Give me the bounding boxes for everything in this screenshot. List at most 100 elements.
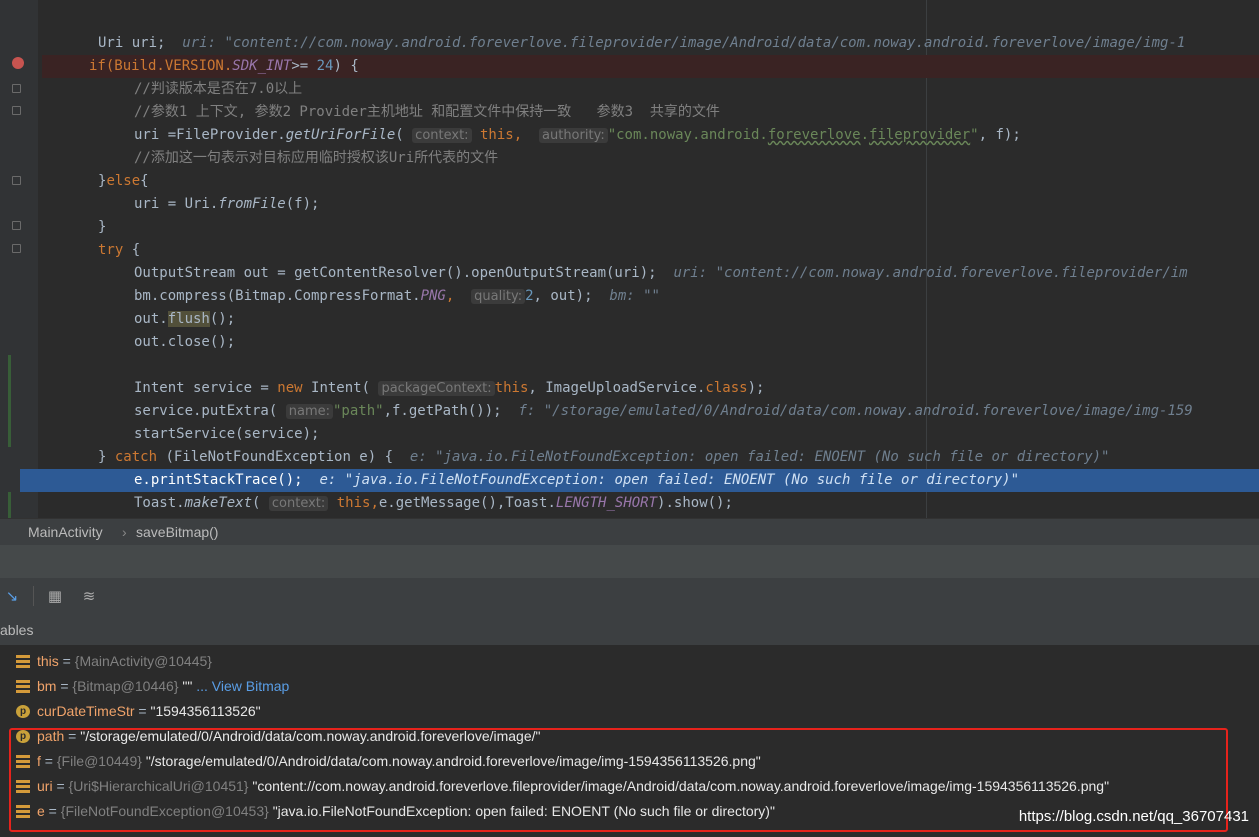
variable-name: this bbox=[37, 653, 59, 669]
code-text: , bbox=[513, 127, 523, 143]
fold-marker-icon[interactable] bbox=[12, 221, 21, 230]
variable-row[interactable]: this = {MainActivity@10445} bbox=[0, 649, 1259, 674]
view-bitmap-link[interactable]: ... View Bitmap bbox=[196, 678, 289, 694]
code-string: . bbox=[860, 127, 870, 143]
code-text: Toast. bbox=[134, 495, 185, 511]
variable-type: {Bitmap@10446} bbox=[72, 678, 179, 694]
editor-gutter[interactable] bbox=[0, 0, 38, 518]
code-keyword: try bbox=[98, 242, 124, 258]
code-line-from-file: uri = Uri.fromFile(f); bbox=[42, 193, 1259, 216]
code-constant: LENGTH_SHORT bbox=[555, 495, 658, 511]
code-text: out. bbox=[134, 311, 168, 327]
code-editor[interactable]: Uri uri; uri: "content://com.noway.andro… bbox=[0, 0, 1259, 518]
watermark: https://blog.csdn.net/qq_36707431 bbox=[1018, 808, 1249, 825]
code-line-if: if(Build.VERSION.SDK_INT>= 24) { bbox=[42, 55, 1259, 78]
code-constant: SDK_INT bbox=[232, 58, 292, 74]
code-text: (FileNotFoundException e) { bbox=[157, 449, 394, 465]
code-line-put-extra: service.putExtra( name: "path",f.getPath(… bbox=[42, 400, 1259, 423]
code-text: ( bbox=[395, 127, 404, 143]
variable-name: curDateTimeStr bbox=[37, 703, 135, 719]
variable-row[interactable]: p curDateTimeStr = "1594356113526" bbox=[0, 699, 1259, 724]
code-line-output-stream: OutputStream out = getContentResolver().… bbox=[42, 262, 1259, 285]
code-line-else: }else{ bbox=[42, 170, 1259, 193]
code-text: } bbox=[98, 219, 107, 235]
code-line-intent: Intent service = new Intent( packageCont… bbox=[42, 377, 1259, 400]
breadcrumb-separator: › bbox=[122, 524, 127, 540]
table-icon[interactable]: ▦ bbox=[45, 586, 65, 606]
code-text: ,f.getPath()); bbox=[383, 403, 502, 419]
code-string: "path" bbox=[332, 403, 384, 419]
code-keyword: else bbox=[106, 173, 141, 189]
code-string: "com.noway.android. bbox=[607, 127, 768, 143]
code-text: out.close(); bbox=[134, 334, 236, 350]
parameter-hint: context: bbox=[268, 496, 329, 511]
code-text: Intent service = bbox=[134, 380, 278, 396]
code-text: { bbox=[123, 242, 141, 258]
toolbar-separator bbox=[33, 586, 34, 606]
code-line-catch: } catch (FileNotFoundException e) { e: "… bbox=[42, 446, 1259, 469]
code-string: foreverlove bbox=[767, 127, 861, 143]
field-icon bbox=[16, 655, 30, 668]
variable-value: "1594356113526" bbox=[150, 703, 261, 719]
code-string: " bbox=[970, 127, 979, 143]
code-text: e.printStackTrace(); bbox=[134, 472, 303, 488]
fold-marker-icon[interactable] bbox=[12, 106, 21, 115]
code-comment: //添加这一句表示对目标应用临时授权该Uri所代表的文件 bbox=[134, 150, 499, 166]
inline-debug-value: e: "java.io.FileNotFoundException: open … bbox=[319, 472, 1020, 488]
code-method: makeText bbox=[184, 495, 253, 511]
code-line-print-stack-current: e.printStackTrace(); e: "java.io.FileNot… bbox=[20, 469, 1259, 492]
inline-debug-value: f: "/storage/emulated/0/Android/data/com… bbox=[518, 403, 1193, 419]
parameter-hint: name: bbox=[285, 404, 333, 419]
code-string: fileprovider bbox=[869, 127, 971, 143]
variables-title: ables bbox=[0, 622, 34, 638]
code-line-comment3: //添加这一句表示对目标应用临时授权该Uri所代表的文件 bbox=[42, 147, 1259, 170]
code-line-flush: out.flush(); bbox=[42, 308, 1259, 331]
step-cursor-icon[interactable]: ↘ bbox=[2, 586, 22, 606]
variable-row[interactable]: bm = {Bitmap@10446} "" ... View Bitmap bbox=[0, 674, 1259, 699]
code-text: (); bbox=[209, 311, 236, 327]
parameter-hint: context: bbox=[412, 128, 472, 143]
code-number: 24 bbox=[316, 58, 334, 74]
variables-header: ables bbox=[0, 615, 1259, 645]
code-keyword: this bbox=[336, 495, 371, 511]
code-text: ); bbox=[747, 380, 765, 396]
variable-value: "" bbox=[182, 678, 193, 694]
code-line-close: out.close(); bbox=[42, 331, 1259, 354]
code-text: uri = Uri. bbox=[134, 196, 219, 212]
restore-layout-icon[interactable]: ≋ bbox=[79, 586, 99, 606]
code-keyword: new bbox=[277, 380, 303, 396]
code-method: getUriForFile bbox=[285, 127, 396, 143]
code-line-close-brace: } bbox=[42, 216, 1259, 239]
code-method: flush bbox=[167, 311, 210, 327]
code-line-compress: bm.compress(Bitmap.CompressFormat.PNG, q… bbox=[134, 288, 660, 304]
fold-marker-icon[interactable] bbox=[12, 84, 21, 93]
code-line-uri-decl: Uri uri; uri: "content://com.noway.andro… bbox=[42, 32, 1259, 55]
parameter-hint: quality: bbox=[471, 289, 526, 304]
inline-debug-value: uri: "content://com.noway.android.foreve… bbox=[182, 35, 1186, 51]
breakpoint-icon[interactable] bbox=[12, 57, 24, 69]
code-text: OutputStream out = getContentResolver().… bbox=[134, 265, 657, 281]
breadcrumb-method[interactable]: saveBitmap() bbox=[136, 524, 218, 540]
code-text: uri =FileProvider. bbox=[134, 127, 286, 143]
parameter-hint: authority: bbox=[539, 128, 608, 143]
code-line-start-service: startService(service); bbox=[42, 423, 1259, 446]
code-keyword: this bbox=[494, 380, 529, 396]
code-text: , bbox=[370, 495, 379, 511]
code-line-toast: Toast.makeText( context: this,e.getMessa… bbox=[42, 492, 1259, 515]
code-constant: PNG bbox=[420, 288, 446, 304]
fold-marker-icon[interactable] bbox=[12, 176, 21, 185]
debug-toolbar: ↘ ▦ ≋ bbox=[0, 578, 1259, 616]
code-method: fromFile bbox=[218, 196, 286, 212]
code-text: ).show(); bbox=[657, 495, 733, 511]
code-line-comment1: //判读版本是否在7.0以上 bbox=[42, 78, 1259, 101]
inline-debug-value: e: "java.io.FileNotFoundException: open … bbox=[409, 449, 1110, 465]
fold-marker-icon[interactable] bbox=[12, 244, 21, 253]
change-marker bbox=[8, 355, 11, 447]
code-text: if(Build.VERSION. bbox=[89, 58, 233, 74]
breadcrumb-class[interactable]: MainActivity bbox=[28, 524, 103, 540]
code-number: 2 bbox=[525, 288, 534, 304]
panel-divider[interactable] bbox=[0, 545, 1259, 578]
code-text: Uri uri; bbox=[98, 35, 166, 51]
code-text: , ImageUploadService. bbox=[528, 380, 706, 396]
code-line-uri-assign: uri =FileProvider.getUriForFile( context… bbox=[42, 124, 1259, 147]
